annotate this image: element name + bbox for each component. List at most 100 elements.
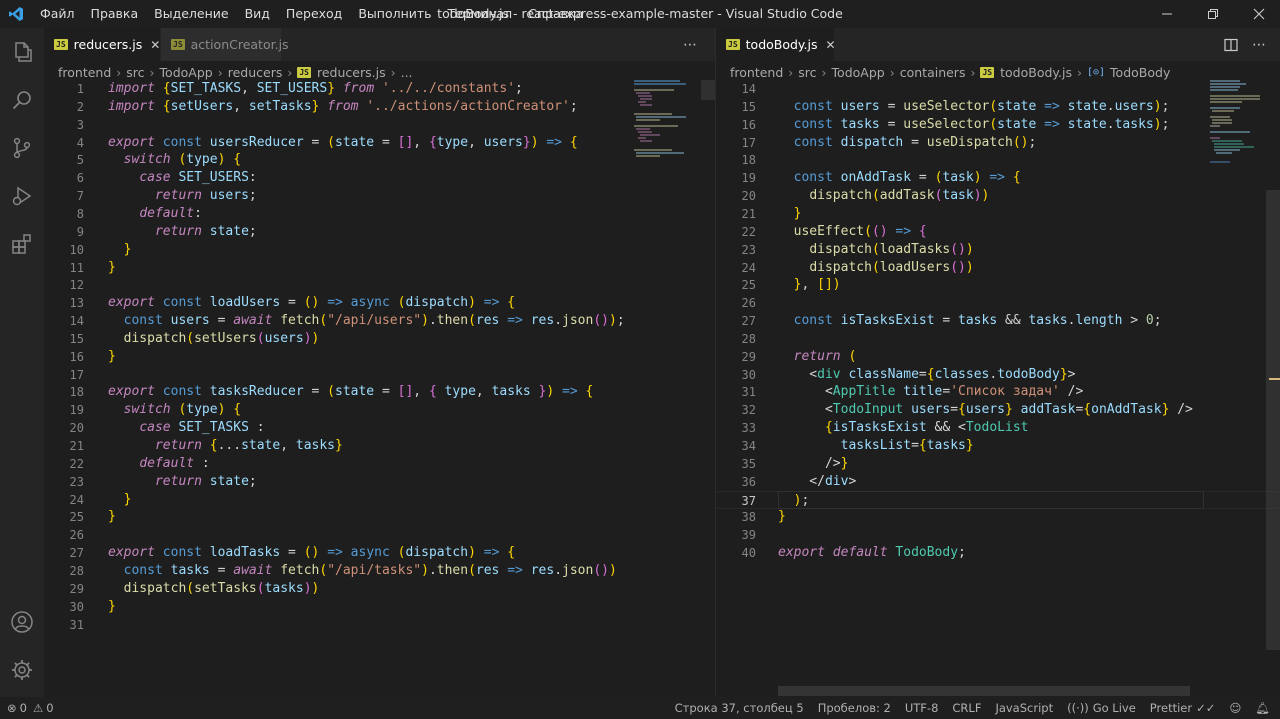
code-line[interactable]: 23 return state; xyxy=(44,473,715,491)
code-line[interactable]: 3 xyxy=(44,116,715,134)
breadcrumb-item[interactable]: frontend xyxy=(58,65,111,80)
code-line[interactable]: 38} xyxy=(716,508,1280,526)
restore-button[interactable] xyxy=(1190,0,1236,28)
feedback-icon[interactable]: ☺ xyxy=(1222,701,1248,715)
account-icon[interactable] xyxy=(0,598,44,646)
encoding[interactable]: UTF-8 xyxy=(898,701,946,715)
code-line[interactable]: 20 dispatch(addTask(task)) xyxy=(716,187,1280,205)
breadcrumb-item[interactable]: todoBody.js xyxy=(1000,65,1072,80)
menu-file[interactable]: Файл xyxy=(32,0,83,28)
horizontal-scrollbar[interactable] xyxy=(778,686,1190,696)
menu-go[interactable]: Переход xyxy=(278,0,350,28)
code-line[interactable]: 4 export const usersReducer = (state = []… xyxy=(44,134,715,152)
problems-status[interactable]: ⊗ 0 ⚠ 0 xyxy=(0,701,61,715)
breadcrumb-item[interactable]: containers xyxy=(900,65,966,80)
code-line[interactable]: 18 xyxy=(716,151,1280,169)
code-line[interactable]: 39 xyxy=(716,526,1280,544)
code-line[interactable]: 25 }, []) xyxy=(716,276,1280,294)
code-line[interactable]: 25} xyxy=(44,508,715,526)
code-line[interactable]: 14 xyxy=(716,80,1280,98)
vertical-scrollbar[interactable] xyxy=(1266,190,1280,650)
code-line[interactable]: 15 dispatch(setUsers(users)) xyxy=(44,330,715,348)
minimize-button[interactable] xyxy=(1144,0,1190,28)
code-line[interactable]: 20 case SET_TASKS : xyxy=(44,419,715,437)
menu-selection[interactable]: Выделение xyxy=(146,0,236,28)
cursor-position[interactable]: Строка 37, столбец 5 xyxy=(668,701,811,715)
breadcrumb-item[interactable]: reducers.js xyxy=(317,65,386,80)
code-line[interactable]: 27 export const loadTasks = () => async (… xyxy=(44,544,715,562)
code-line[interactable]: 29 return ( xyxy=(716,348,1280,366)
minimap[interactable] xyxy=(1210,80,1270,180)
code-line[interactable]: 16 const tasks = useSelector(state => st… xyxy=(716,116,1280,134)
breadcrumb-item[interactable]: TodoApp xyxy=(160,65,213,80)
code-line[interactable]: 21 } xyxy=(716,205,1280,223)
code-line[interactable]: 22 default : xyxy=(44,455,715,473)
extensions-icon[interactable] xyxy=(0,220,44,268)
code-line[interactable]: 23 dispatch(loadTasks()) xyxy=(716,241,1280,259)
code-line[interactable]: 30 <div className={classes.todoBody}> xyxy=(716,366,1280,384)
close-icon[interactable]: ✕ xyxy=(826,38,836,52)
code-line[interactable]: 13 export const loadUsers = () => async (… xyxy=(44,294,715,312)
menu-help[interactable]: Справка xyxy=(520,0,591,28)
breadcrumb-item[interactable]: src xyxy=(798,65,816,80)
code-line[interactable]: 24 dispatch(loadUsers()) xyxy=(716,259,1280,277)
breadcrumb-item[interactable]: src xyxy=(126,65,144,80)
prettier-status[interactable]: Prettier ✓✓ xyxy=(1143,701,1223,715)
code-line[interactable]: 29 dispatch(setTasks(tasks)) xyxy=(44,580,715,598)
close-icon[interactable]: ✕ xyxy=(150,38,160,52)
code-line[interactable]: 12 xyxy=(44,276,715,294)
breadcrumb-item[interactable]: frontend xyxy=(730,65,783,80)
code-line[interactable]: 6 case SET_USERS: xyxy=(44,169,715,187)
code-line[interactable]: 31 xyxy=(44,616,715,634)
notifications-bell-icon[interactable]: 🔔︎ xyxy=(1248,701,1280,715)
code-line[interactable]: 2 import {setUsers, setTasks} from '../ac… xyxy=(44,98,715,116)
code-line[interactable]: 16} xyxy=(44,348,715,366)
code-line[interactable]: 17 const dispatch = useDispatch(); xyxy=(716,134,1280,152)
code-line[interactable]: 11} xyxy=(44,259,715,277)
code-line[interactable]: 22 useEffect(() => { xyxy=(716,223,1280,241)
code-line[interactable]: 27 const isTasksExist = tasks && tasks.l… xyxy=(716,312,1280,330)
minimap[interactable] xyxy=(634,80,694,180)
more-actions-icon[interactable]: ⋯ xyxy=(1252,28,1266,61)
breadcrumb-item[interactable]: TodoApp xyxy=(832,65,885,80)
menu-terminal[interactable]: Терминал xyxy=(440,0,521,28)
menu-edit[interactable]: Правка xyxy=(83,0,147,28)
breadcrumb-item[interactable]: reducers xyxy=(228,65,283,80)
split-editor-icon[interactable] xyxy=(1224,28,1238,61)
code-line[interactable]: 28 const tasks = await fetch("/api/tasks… xyxy=(44,562,715,580)
tab-todobody-js[interactable]: JS todoBody.js ✕ xyxy=(716,28,836,61)
code-line[interactable]: 37 ); xyxy=(716,490,1280,509)
code-line[interactable]: 36 </div> xyxy=(716,473,1280,491)
code-line[interactable]: 34 tasksList={tasks} xyxy=(716,437,1280,455)
code-line[interactable]: 35 />} xyxy=(716,455,1280,473)
tab-reducers-js[interactable]: JS reducers.js ✕ xyxy=(44,28,160,61)
code-line[interactable]: 33 {isTasksExist && <TodoList xyxy=(716,419,1280,437)
code-line[interactable]: 5 switch (type) { xyxy=(44,151,715,169)
code-line[interactable]: 26 xyxy=(716,294,1280,312)
end-of-line[interactable]: CRLF xyxy=(945,701,988,715)
code-line[interactable]: 28 xyxy=(716,330,1280,348)
code-line[interactable]: 7 return users; xyxy=(44,187,715,205)
code-line[interactable]: 31 <AppTitle title='Список задач' /> xyxy=(716,383,1280,401)
close-window-button[interactable] xyxy=(1236,0,1280,28)
code-line[interactable]: 15 const users = useSelector(state => st… xyxy=(716,98,1280,116)
code-line[interactable]: 10 } xyxy=(44,241,715,259)
source-control-icon[interactable] xyxy=(0,124,44,172)
code-line[interactable]: 32 <TodoInput users={users} addTask={onA… xyxy=(716,401,1280,419)
code-line[interactable]: 24 } xyxy=(44,491,715,509)
indentation[interactable]: Пробелов: 2 xyxy=(811,701,898,715)
code-line[interactable]: 14 const users = await fetch("/api/users… xyxy=(44,312,715,330)
files-icon[interactable] xyxy=(0,28,44,76)
run-debug-icon[interactable] xyxy=(0,172,44,220)
code-line[interactable]: 8 default: xyxy=(44,205,715,223)
code-line[interactable]: 19 switch (type) { xyxy=(44,401,715,419)
menu-run[interactable]: Выполнить xyxy=(350,0,439,28)
go-live-button[interactable]: ((·)) Go Live xyxy=(1060,701,1143,715)
code-line[interactable]: 19 const onAddTask = (task) => { xyxy=(716,169,1280,187)
code-line[interactable]: 9 return state; xyxy=(44,223,715,241)
code-line[interactable]: 21 return {...state, tasks} xyxy=(44,437,715,455)
breadcrumb-item[interactable]: ... xyxy=(401,65,413,80)
code-line[interactable]: 30} xyxy=(44,598,715,616)
vertical-scrollbar[interactable] xyxy=(701,80,715,100)
more-actions-icon[interactable]: ⋯ xyxy=(683,28,697,61)
